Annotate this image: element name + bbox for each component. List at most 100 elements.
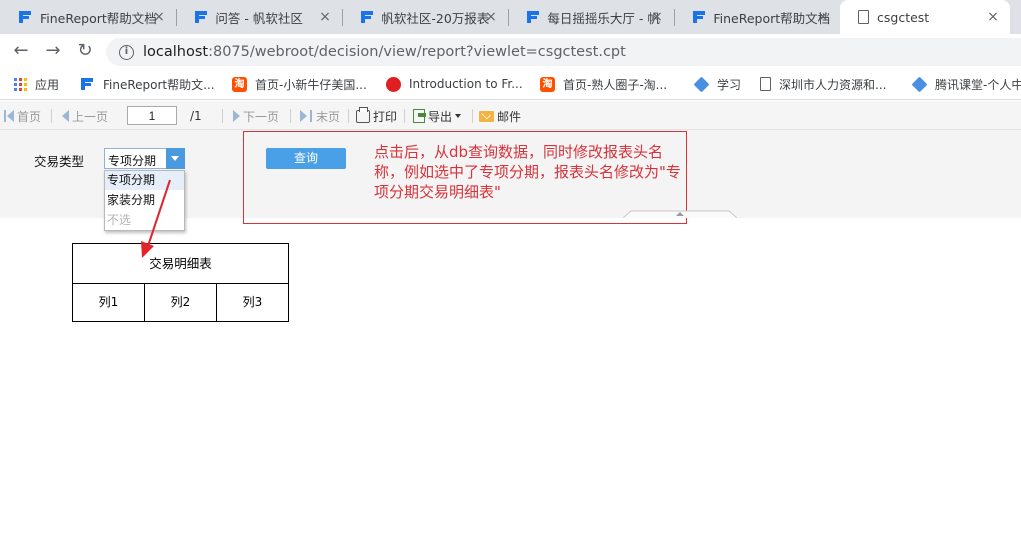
first-page-button[interactable]: 首页 xyxy=(4,108,41,124)
bookmark-taobao-2[interactable]: 淘 首页-熟人圈子-淘... xyxy=(540,75,667,93)
mail-button[interactable]: 邮件 xyxy=(479,108,521,124)
bookmark-label: Introduction to Fr... xyxy=(409,77,523,91)
browser-tab-5[interactable]: FineReport帮助文档 × xyxy=(674,0,840,34)
taobao-icon: 淘 xyxy=(540,76,555,92)
first-page-label: 首页 xyxy=(17,109,42,124)
toolbar-separator xyxy=(290,109,291,123)
tab-title: 问答 - 帆软社区 xyxy=(215,10,303,26)
tab-title: csgctest xyxy=(877,9,930,25)
finereport-icon xyxy=(194,10,208,24)
browser-tab-3[interactable]: 帆软社区-20万报表 × xyxy=(342,0,508,34)
back-arrow-icon[interactable]: ← xyxy=(11,41,31,61)
bookmark-apps[interactable]: 应用 xyxy=(14,75,59,93)
taobao-icon: 淘 xyxy=(232,76,247,92)
column-header-2: 列2 xyxy=(144,283,217,322)
bookmark-label: FineReport帮助文... xyxy=(103,77,215,92)
last-page-arrow-icon xyxy=(300,110,307,122)
finereport-icon xyxy=(526,10,540,24)
browser-tab-active[interactable]: csgctest × xyxy=(840,0,1010,34)
page-number-input[interactable] xyxy=(127,106,177,125)
report-title: 交易明细表 xyxy=(72,243,289,284)
url-host: localhost xyxy=(143,44,209,60)
diamond-icon xyxy=(693,76,710,92)
tab-title: FineReport帮助文档 xyxy=(40,10,157,26)
close-icon[interactable]: × xyxy=(986,10,1000,24)
url-field[interactable]: i localhost:8075/webroot/decision/view/r… xyxy=(106,38,1021,66)
bookmark-introduction[interactable]: Introduction to Fr... xyxy=(386,75,523,93)
url-text: localhost:8075/webroot/decision/view/rep… xyxy=(143,44,626,60)
tab-strip: FineReport帮助文档 × 问答 - 帆软社区 × 帆软社区-20万报表 … xyxy=(0,0,1021,34)
info-icon[interactable]: i xyxy=(119,44,134,60)
dropdown-option-none[interactable]: 不选 xyxy=(105,211,184,230)
toolbar-separator xyxy=(472,109,473,123)
toolbar-separator xyxy=(348,109,349,123)
chevron-down-icon xyxy=(455,114,462,118)
tab-title: 帆软社区-20万报表 xyxy=(381,10,490,26)
collapse-handle[interactable] xyxy=(623,210,737,218)
export-label: 导出 xyxy=(428,109,453,124)
next-page-label: 下一页 xyxy=(243,109,280,124)
bookmark-shenzhen-hr[interactable]: 深圳市人力资源和... xyxy=(760,75,886,93)
column-header-3: 列3 xyxy=(216,283,289,322)
mail-icon xyxy=(479,110,494,122)
url-path: :8075/webroot/decision/view/report?viewl… xyxy=(208,44,626,60)
apps-icon xyxy=(14,77,27,91)
bookmark-label: 应用 xyxy=(35,77,60,92)
report-table: 交易明细表 列1 列2 列3 xyxy=(72,243,289,322)
first-page-arrow-icon xyxy=(7,110,14,122)
dropdown-option-special-installment[interactable]: 专项分期 xyxy=(105,171,184,190)
toolbar-separator xyxy=(222,109,223,123)
address-bar: ← → ↻ i localhost:8075/webroot/decision/… xyxy=(0,34,1021,68)
prev-page-icon xyxy=(62,110,69,122)
browser-tab-2[interactable]: 问答 - 帆软社区 × xyxy=(176,0,342,34)
print-label: 打印 xyxy=(373,109,398,124)
finereport-icon xyxy=(80,77,95,92)
dropdown-option-home-decor-installment[interactable]: 家装分期 xyxy=(105,191,184,210)
bookmark-label: 深圳市人力资源和... xyxy=(779,77,887,92)
tab-title: 每日摇摇乐大厅 - 帆 xyxy=(547,10,660,26)
bookmark-label: 学习 xyxy=(717,77,742,92)
finereport-icon xyxy=(360,10,374,24)
print-button[interactable]: 打印 xyxy=(356,106,398,124)
page-icon xyxy=(858,10,869,24)
prev-page-button[interactable]: 上一页 xyxy=(62,108,108,124)
last-page-button[interactable]: 末页 xyxy=(300,108,340,124)
browser-tab-1[interactable]: FineReport帮助文档 × xyxy=(0,0,176,34)
printer-icon xyxy=(356,106,370,123)
bookmark-study[interactable]: 学习 xyxy=(693,75,742,93)
forward-arrow-icon[interactable]: → xyxy=(43,41,63,61)
browser-tab-4[interactable]: 每日摇摇乐大厅 - 帆 × xyxy=(508,0,674,34)
close-icon[interactable]: × xyxy=(484,10,498,24)
transaction-type-label: 交易类型 xyxy=(34,154,85,169)
toolbar-separator xyxy=(51,109,52,123)
page-total: /1 xyxy=(190,108,202,124)
bookmark-label: 腾讯课堂-个人中 xyxy=(935,77,1021,92)
bookmark-taobao-1[interactable]: 淘 首页-小新牛仔美国... xyxy=(232,75,367,93)
last-page-icon xyxy=(310,110,312,122)
mail-label: 邮件 xyxy=(497,109,522,124)
close-icon[interactable]: × xyxy=(318,10,332,24)
reload-icon[interactable]: ↻ xyxy=(75,41,95,61)
bookmark-tencent-class[interactable]: 腾讯课堂-个人中 xyxy=(911,75,1021,93)
collapse-up-icon xyxy=(623,210,737,218)
next-page-button[interactable]: 下一页 xyxy=(233,108,279,124)
bookmark-finereport[interactable]: FineReport帮助文... xyxy=(80,75,215,93)
annotation-text: 点击后，从db查询数据，同时修改报表头名称，例如选中了专项分期，报表头名修改为"… xyxy=(374,143,681,201)
last-page-label: 末页 xyxy=(316,109,341,124)
tab-title: FineReport帮助文档 xyxy=(713,10,830,26)
selected-value: 专项分期 xyxy=(108,154,157,168)
next-page-icon xyxy=(233,110,240,122)
page-total-label: /1 xyxy=(190,109,202,123)
transaction-type-select[interactable]: 专项分期 xyxy=(104,148,185,169)
export-icon xyxy=(413,109,426,123)
diamond-icon xyxy=(911,76,928,92)
export-button[interactable]: 导出 xyxy=(413,108,462,124)
close-icon[interactable]: × xyxy=(816,10,830,24)
close-icon[interactable]: × xyxy=(650,10,664,24)
transaction-type-dropdown: 专项分期 家装分期 不选 xyxy=(104,170,185,231)
close-icon[interactable]: × xyxy=(152,10,166,24)
first-page-icon xyxy=(4,110,6,122)
bookmark-label: 首页-熟人圈子-淘... xyxy=(563,77,668,92)
chevron-down-icon[interactable] xyxy=(166,148,185,169)
column-header-1: 列1 xyxy=(72,283,145,322)
